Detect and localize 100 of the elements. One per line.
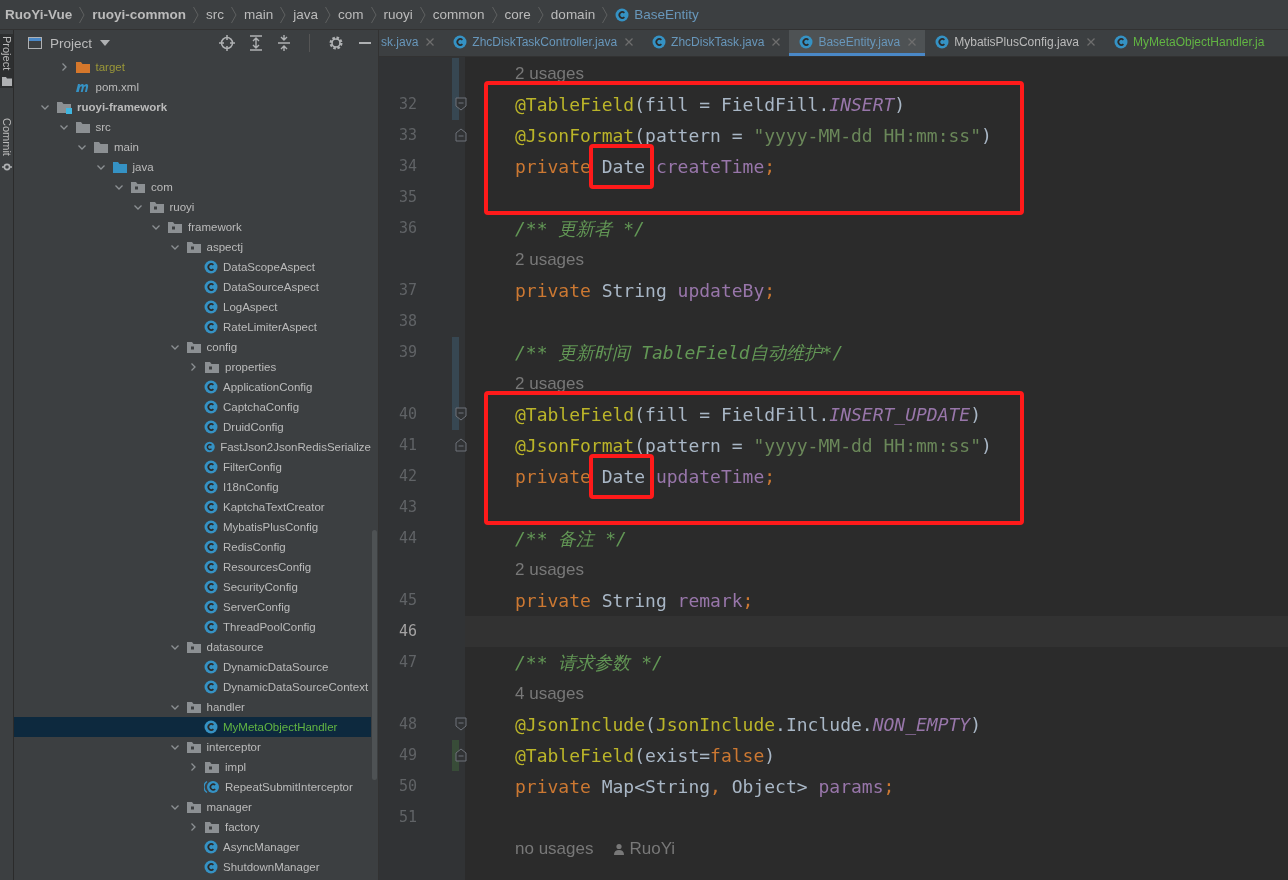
tree-item[interactable]: DynamicDataSourceContext: [14, 677, 371, 697]
editor-tab[interactable]: ZhcDiskTask.java: [642, 30, 790, 56]
class-icon: [204, 620, 218, 634]
tree-item[interactable]: manager: [14, 797, 371, 817]
tree-item[interactable]: FilterConfig: [14, 457, 371, 477]
editor-tab[interactable]: MyMetaObjectHandler.ja: [1104, 30, 1275, 56]
tool-window-tab[interactable]: Commit: [0, 116, 13, 175]
tree-item[interactable]: LogAspect: [14, 297, 371, 317]
breadcrumb-item[interactable]: java: [293, 7, 319, 22]
tree-item[interactable]: MybatisPlusConfig: [14, 517, 371, 537]
scrollbar[interactable]: [372, 530, 377, 780]
usage-hint[interactable]: 2 usages: [515, 373, 584, 394]
breadcrumb-item[interactable]: RuoYi-Vue: [5, 7, 73, 22]
tree-item[interactable]: framework: [14, 217, 371, 237]
tree-item[interactable]: SecurityConfig: [14, 577, 371, 597]
tree-item[interactable]: MyMetaObjectHandler: [14, 717, 371, 737]
tree-item[interactable]: target: [14, 57, 371, 77]
tree-item[interactable]: ServerConfig: [14, 597, 371, 617]
collapse-all-icon[interactable]: [277, 35, 291, 51]
tree-item[interactable]: ResourcesConfig: [14, 557, 371, 577]
tree-item[interactable]: factory: [14, 817, 371, 837]
tree-item[interactable]: main: [14, 137, 371, 157]
code-line: @TableField(fill = FieldFill.INSERT_UPDATE): [515, 404, 982, 425]
tree-item[interactable]: ShutdownManager: [14, 857, 371, 877]
tree-item[interactable]: aspectj: [14, 237, 371, 257]
close-icon[interactable]: [624, 36, 635, 47]
fold-icon[interactable]: [455, 748, 467, 762]
change-marker[interactable]: [452, 58, 459, 89]
usage-hint[interactable]: 4 usages: [515, 683, 584, 704]
tree-item[interactable]: src: [14, 117, 371, 137]
window-icon: [28, 37, 42, 49]
tree-item[interactable]: pom.xml: [14, 77, 371, 97]
breadcrumb-item[interactable]: ruoyi: [383, 7, 413, 22]
settings-icon[interactable]: [328, 35, 344, 51]
tree-item[interactable]: ruoyi: [14, 197, 371, 217]
panel-title-dropdown[interactable]: Project: [50, 35, 93, 51]
class-icon: [204, 300, 218, 314]
tree-item[interactable]: RedisConfig: [14, 537, 371, 557]
tree-item[interactable]: ThreadPoolConfig: [14, 617, 371, 637]
tree-item[interactable]: com: [14, 177, 371, 197]
tree-item[interactable]: KaptchaTextCreator: [14, 497, 371, 517]
fold-icon[interactable]: [455, 128, 467, 142]
change-marker[interactable]: [452, 337, 459, 368]
editor-tab[interactable]: ZhcDiskTaskController.java: [443, 30, 643, 56]
usage-hint[interactable]: 2 usages: [515, 559, 584, 580]
tree-item[interactable]: AsyncManager: [14, 837, 371, 857]
close-icon[interactable]: [771, 36, 782, 47]
author-name[interactable]: RuoYi: [629, 838, 676, 859]
code-line: @JsonFormat(pattern = "yyyy-MM-dd HH:mm:ss"): [515, 435, 992, 456]
tree-item[interactable]: ApplicationConfig: [14, 377, 371, 397]
tree-item[interactable]: datasource: [14, 637, 371, 657]
tree-item[interactable]: interceptor: [14, 737, 371, 757]
folder-icon: [1, 76, 12, 87]
folder-icon: [74, 60, 91, 74]
close-icon[interactable]: [425, 36, 436, 47]
tree-item[interactable]: ruoyi-framework: [14, 97, 371, 117]
tree-item[interactable]: DynamicDataSource: [14, 657, 371, 677]
tree-item[interactable]: DataScopeAspect: [14, 257, 371, 277]
tool-window-tab[interactable]: Project: [0, 34, 13, 89]
breadcrumb-item[interactable]: com: [338, 7, 364, 22]
tree-item[interactable]: CaptchaConfig: [14, 397, 371, 417]
tree-item[interactable]: java: [14, 157, 371, 177]
fold-icon[interactable]: [455, 438, 467, 452]
tree-item[interactable]: RateLimiterAspect: [14, 317, 371, 337]
tree-item[interactable]: config: [14, 337, 371, 357]
class-icon: [204, 480, 218, 494]
code-line: private Map<String, Object> params;: [515, 776, 895, 797]
breadcrumb-item[interactable]: common: [432, 7, 485, 22]
caret-icon[interactable]: [100, 40, 111, 46]
editor-tab[interactable]: sk.java: [379, 30, 444, 56]
tree-item[interactable]: DataSourceAspect: [14, 277, 371, 297]
locate-icon[interactable]: [219, 35, 235, 51]
usage-hint[interactable]: 2 usages: [515, 249, 584, 270]
chevron-icon: [324, 4, 333, 25]
breadcrumb-item[interactable]: src: [206, 7, 224, 22]
chevron-icon: [279, 4, 288, 25]
class-icon: [204, 660, 218, 674]
tree-item[interactable]: FastJson2JsonRedisSerialize: [14, 437, 371, 457]
close-icon[interactable]: [1086, 36, 1096, 47]
expand-all-icon[interactable]: [249, 35, 263, 51]
usage-hint[interactable]: no usages: [515, 838, 594, 859]
tree-item[interactable]: RepeatSubmitInterceptor: [14, 777, 371, 797]
breadcrumb-item[interactable]: ruoyi-common: [92, 7, 186, 22]
breadcrumb-item[interactable]: domain: [550, 7, 596, 22]
editor-tab[interactable]: MybatisPlusConfig.java: [925, 30, 1104, 56]
fold-icon[interactable]: [455, 407, 467, 421]
fold-icon[interactable]: [455, 717, 467, 731]
code-line: /** 请求参数 */: [515, 650, 663, 675]
code-line: @TableField(exist=false): [515, 745, 776, 766]
breadcrumb-item[interactable]: core: [504, 7, 531, 22]
tree-item[interactable]: handler: [14, 697, 371, 717]
tree-item[interactable]: DruidConfig: [14, 417, 371, 437]
tree-item[interactable]: properties: [14, 357, 371, 377]
class-icon: [204, 600, 218, 614]
fold-icon[interactable]: [455, 97, 467, 111]
breadcrumb-item[interactable]: main: [244, 7, 274, 22]
tree-item[interactable]: I18nConfig: [14, 477, 371, 497]
usage-hint[interactable]: 2 usages: [515, 63, 584, 84]
tree-item[interactable]: impl: [14, 757, 371, 777]
breadcrumb-item[interactable]: BaseEntity: [615, 7, 699, 22]
